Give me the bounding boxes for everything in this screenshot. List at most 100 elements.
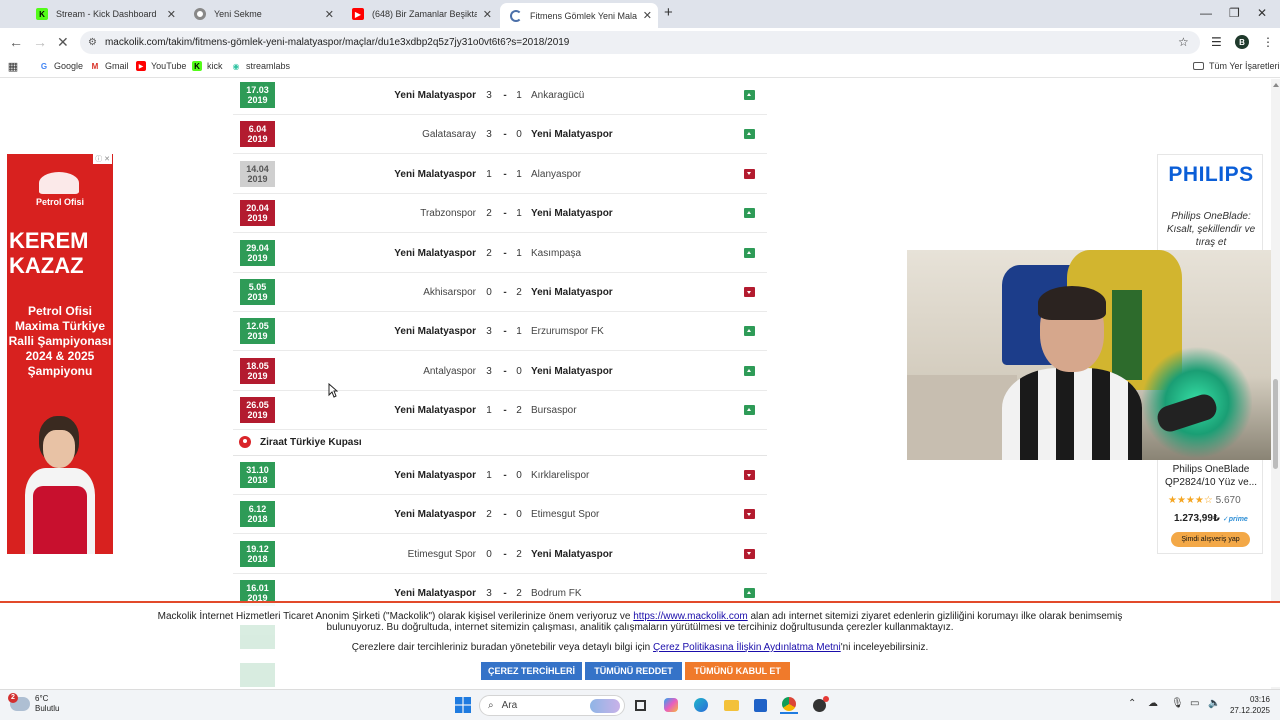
away-team[interactable]: Kasımpaşa [531, 248, 581, 259]
system-clock[interactable]: 03:16 27.12.2025 [1226, 694, 1270, 716]
away-team[interactable]: Kırklarelispor [531, 470, 589, 481]
match-row[interactable]: 29.04 2019 Yeni Malatyaspor 2-1 Kasımpaşa [233, 234, 767, 273]
match-row[interactable]: 18.05 2019 Antalyaspor 3-0 Yeni Malatyaspor [233, 352, 767, 391]
shop-now-button[interactable]: Şimdi alışveriş yap [1171, 532, 1250, 547]
profile-avatar[interactable]: B [1235, 35, 1249, 49]
onedrive-icon[interactable]: ☁ [1148, 698, 1158, 709]
trend-up-icon[interactable] [744, 326, 755, 337]
tray-overflow-icon[interactable]: ⌃ [1128, 698, 1136, 709]
home-team[interactable]: Yeni Malatyaspor [394, 90, 476, 101]
edge-icon[interactable] [692, 696, 710, 714]
windows-start-icon[interactable] [453, 696, 473, 714]
home-team[interactable]: Yeni Malatyaspor [394, 169, 476, 180]
volume-icon[interactable]: 🔈 [1208, 698, 1220, 709]
file-explorer-icon[interactable] [722, 696, 740, 714]
away-team[interactable]: Bodrum FK [531, 588, 582, 599]
home-team[interactable]: Yeni Malatyaspor [394, 588, 476, 599]
home-team[interactable]: Galatasaray [422, 129, 476, 140]
match-row[interactable]: 31.10 2018 Yeni Malatyaspor 1-0 Kırklarelisp… [233, 456, 767, 495]
away-team[interactable]: Yeni Malatyaspor [531, 549, 613, 560]
new-tab-button[interactable]: + [664, 4, 673, 21]
bookmark-google[interactable]: G Google [39, 61, 83, 71]
ad-choices-icon[interactable]: ⓘ ✕ [93, 154, 112, 164]
task-view-icon[interactable] [632, 696, 648, 714]
microphone-tray-icon[interactable]: 🎙 [1171, 698, 1184, 709]
match-row[interactable]: 6.04 2019 Galatasaray 3-0 Yeni Malatyaspor [233, 115, 767, 155]
trend-up-icon[interactable] [744, 365, 755, 376]
tab-new-tab[interactable]: Yeni Sekme ✕ [184, 3, 340, 25]
close-tab-icon[interactable]: ✕ [167, 8, 176, 21]
copilot-icon[interactable] [662, 696, 680, 714]
match-row[interactable]: 5.05 2019 Akhisarspor 0-2 Yeni Malatyaspor [233, 273, 767, 312]
home-team[interactable]: Yeni Malatyaspor [394, 248, 476, 259]
stop-loading-icon[interactable]: ✕ [57, 34, 69, 51]
bookmark-star-icon[interactable]: ☆ [1178, 35, 1189, 49]
scrollbar-thumb[interactable] [1273, 379, 1278, 469]
bookmark-kick[interactable]: Kkick [192, 61, 223, 71]
trend-down-icon[interactable] [744, 168, 755, 179]
bookmark-gmail[interactable]: M Gmail [90, 61, 129, 71]
match-row[interactable]: 19.12 2018 Etimesgut Spor 0-2 Yeni Malatyasp… [233, 535, 767, 574]
away-team[interactable]: Alanyaspor [531, 169, 581, 180]
match-row[interactable]: 14.04 2019 Yeni Malatyaspor 1-1 Alanyaspor [233, 155, 767, 194]
cookie-preferences-button[interactable]: ÇEREZ TERCİHLERİ [481, 662, 582, 680]
accept-all-button[interactable]: TÜMÜNÜ KABUL ET [685, 662, 790, 680]
scroll-up-icon[interactable] [1273, 83, 1279, 87]
away-team[interactable]: Yeni Malatyaspor [531, 208, 613, 219]
reject-all-button[interactable]: TÜMÜNÜ REDDET [585, 662, 682, 680]
trend-up-icon[interactable] [744, 90, 755, 100]
network-icon[interactable]: ▭ [1190, 698, 1199, 709]
away-team[interactable]: Erzurumspor FK [531, 326, 604, 337]
match-row[interactable]: 20.04 2019 Trabzonspor 2-1 Yeni Malatyaspor [233, 194, 767, 234]
away-team[interactable]: Ankaragücü [531, 90, 584, 101]
minimize-icon[interactable]: — [1200, 6, 1212, 20]
trend-up-icon[interactable] [744, 588, 755, 599]
mackolik-link[interactable]: https://www.mackolik.com [633, 611, 747, 622]
bookmark-youtube[interactable]: ▶ YouTube [136, 61, 186, 71]
chrome-taskbar-icon[interactable] [780, 696, 798, 714]
store-icon[interactable] [751, 696, 769, 714]
trend-down-icon[interactable] [744, 509, 755, 520]
trend-down-icon[interactable] [744, 548, 755, 559]
cookie-policy-link[interactable]: Çerez Politikasına İlişkin Aydınlatma Me… [653, 642, 841, 653]
product-title[interactable]: Philips OneBlade QP2824/10 Yüz ve... [1158, 463, 1262, 489]
match-row[interactable]: 6.12 2018 Yeni Malatyaspor 2-0 Etimesgut Spo… [233, 495, 767, 535]
address-bar[interactable]: ⚙ mackolik.com/takim/fitmens-gömlek-yeni… [80, 31, 1200, 54]
close-tab-icon[interactable]: ✕ [483, 8, 492, 21]
apps-icon[interactable]: ▦ [8, 61, 23, 73]
match-row[interactable]: 26.05 2019 Yeni Malatyaspor 1-2 Bursaspor [233, 391, 767, 431]
match-row[interactable]: 17.03 2019 Yeni Malatyaspor 3-1 Ankaragücü [233, 79, 767, 115]
trend-down-icon[interactable] [744, 470, 755, 480]
home-team[interactable]: Yeni Malatyaspor [394, 326, 476, 337]
away-team[interactable]: Bursaspor [531, 405, 577, 416]
all-bookmarks[interactable]: Tüm Yer İşaretleri [1193, 61, 1280, 71]
home-team[interactable]: Yeni Malatyaspor [394, 470, 476, 481]
home-team[interactable]: Yeni Malatyaspor [394, 405, 476, 416]
trend-up-icon[interactable] [744, 208, 755, 219]
bookmark-streamlabs[interactable]: ◉ streamlabs [231, 61, 291, 71]
close-tab-icon[interactable]: ✕ [325, 8, 334, 21]
home-team[interactable]: Yeni Malatyaspor [394, 509, 476, 520]
away-team[interactable]: Yeni Malatyaspor [531, 129, 613, 140]
trend-down-icon[interactable] [744, 287, 755, 297]
petrol-ofisi-ad[interactable]: ⓘ ✕ Petrol Ofisi KEREM KAZAZ Petrol Ofis… [7, 154, 113, 554]
weather-widget[interactable]: 2 6°C Bulutlu [8, 693, 59, 714]
menu-icon[interactable]: ⋮ [1262, 35, 1274, 49]
trend-up-icon[interactable] [744, 405, 755, 416]
restore-icon[interactable]: ❐ [1229, 6, 1240, 20]
taskbar-search[interactable]: ⌕ Ara [479, 695, 625, 716]
tab-mackolik-active[interactable]: Fitmens Gömlek Yeni Malatyası ✕ [500, 3, 658, 28]
home-team[interactable]: Antalyaspor [423, 366, 476, 377]
tab-search-icon[interactable]: ☰ [1211, 35, 1222, 49]
home-team[interactable]: Akhisarspor [423, 287, 476, 298]
away-team[interactable]: Yeni Malatyaspor [531, 366, 613, 377]
app-icon[interactable] [810, 695, 829, 714]
match-row[interactable]: 12.05 2019 Yeni Malatyaspor 3-1 Erzurumspor … [233, 312, 767, 352]
site-info-icon[interactable]: ⚙ [88, 37, 97, 48]
away-team[interactable]: Yeni Malatyaspor [531, 287, 613, 298]
trend-up-icon[interactable] [744, 129, 755, 140]
tab-youtube[interactable]: ▶ (648) Bir Zamanlar Beşiktaş 2. K ✕ [342, 3, 498, 25]
home-team[interactable]: Trabzonspor [420, 208, 476, 219]
back-icon[interactable]: ← [9, 34, 23, 50]
forward-icon[interactable]: → [33, 34, 47, 50]
